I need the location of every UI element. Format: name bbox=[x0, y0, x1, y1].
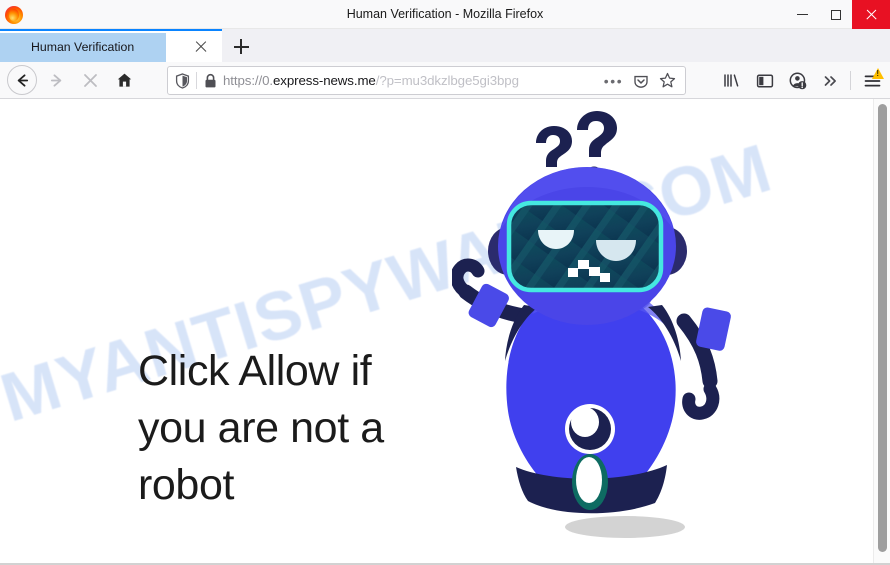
pocket-save-icon[interactable] bbox=[627, 67, 654, 94]
page-actions-ellipsis-icon[interactable]: ••• bbox=[600, 67, 627, 94]
window-title: Human Verification - Mozilla Firefox bbox=[346, 6, 544, 21]
hamburger-menu-icon[interactable] bbox=[854, 65, 890, 96]
tab-human-verification[interactable]: Human Verification bbox=[0, 29, 222, 64]
robot-shadow bbox=[565, 516, 685, 538]
page-headline: Click Allow if you are not a robot bbox=[138, 347, 384, 509]
close-button[interactable] bbox=[852, 0, 890, 29]
home-icon bbox=[117, 73, 131, 87]
toolbar-divider bbox=[850, 71, 851, 90]
navigation-toolbar: https://0.express-news.me/?p=mu3dkzlbge5… bbox=[0, 62, 890, 99]
arrow-right-icon bbox=[50, 73, 61, 87]
vertical-scrollbar[interactable] bbox=[873, 99, 890, 565]
home-button[interactable] bbox=[109, 65, 139, 95]
padlock-secure-icon[interactable] bbox=[197, 73, 223, 89]
sidebar-icon[interactable] bbox=[748, 65, 781, 96]
scrollbar-thumb[interactable] bbox=[878, 104, 887, 552]
overflow-chevrons-icon[interactable] bbox=[814, 65, 847, 96]
url-text[interactable]: https://0.express-news.me/?p=mu3dkzlbge5… bbox=[223, 73, 600, 88]
arrow-left-icon bbox=[17, 73, 28, 87]
robot-right-arm bbox=[676, 307, 731, 420]
tab-label: Human Verification bbox=[31, 39, 135, 54]
update-warning-badge bbox=[872, 68, 884, 79]
tracking-protection-shield-icon[interactable] bbox=[168, 72, 196, 89]
forward-button[interactable] bbox=[41, 65, 71, 95]
confused-robot-illustration bbox=[452, 99, 782, 565]
url-bar-actions: ••• bbox=[600, 67, 685, 94]
window-controls bbox=[786, 0, 890, 29]
browser-window: Human Verification - Mozilla Firefox Hum… bbox=[0, 0, 890, 565]
library-icon[interactable] bbox=[715, 65, 748, 96]
new-tab-button[interactable] bbox=[222, 31, 260, 62]
address-bar[interactable]: https://0.express-news.me/?p=mu3dkzlbge5… bbox=[167, 66, 686, 95]
minimize-button[interactable] bbox=[786, 0, 819, 29]
robot-chest-emblem bbox=[565, 404, 615, 454]
browser-toolbar-actions bbox=[715, 65, 890, 96]
bookmark-star-icon[interactable] bbox=[654, 67, 681, 94]
maximize-button[interactable] bbox=[819, 0, 852, 29]
close-tab-icon[interactable] bbox=[193, 39, 209, 55]
close-x-icon bbox=[83, 73, 97, 87]
robot-screen bbox=[506, 200, 664, 293]
account-warning-icon[interactable] bbox=[781, 65, 814, 96]
stop-button[interactable] bbox=[75, 65, 105, 95]
firefox-logo-icon bbox=[5, 5, 23, 24]
tab-strip: Human Verification bbox=[0, 29, 890, 64]
page-content: MYANTISPYWARE.COM Click Allow if you are… bbox=[0, 99, 890, 565]
back-button[interactable] bbox=[7, 65, 37, 95]
title-bar: Human Verification - Mozilla Firefox bbox=[0, 0, 890, 29]
